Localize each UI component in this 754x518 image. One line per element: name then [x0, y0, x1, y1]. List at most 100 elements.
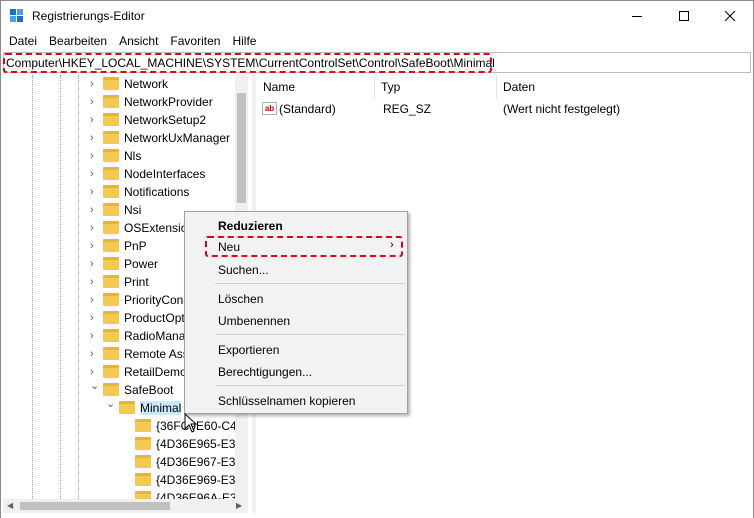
folder-icon [103, 221, 119, 234]
scroll-right-icon[interactable]: ▶ [236, 501, 242, 510]
tree-item[interactable]: {36FC9E60-C46 [3, 417, 243, 435]
menu-item-exportieren[interactable]: Exportieren [218, 343, 279, 357]
tree-item-label: PriorityCon [124, 293, 184, 307]
mouse-cursor-icon [184, 413, 198, 433]
menu-item-umbenennen[interactable]: Umbenennen [218, 314, 290, 328]
tree-horizontal-scrollbar[interactable]: ◀ ▶ [3, 499, 248, 513]
tree-vertical-scroll-thumb[interactable] [237, 93, 246, 203]
menu-bearbeiten[interactable]: Bearbeiten [43, 32, 113, 51]
chevron-right-icon[interactable]: › [90, 240, 100, 252]
registry-editor-window: Registrierungs-Editor Datei Bearbeiten A… [0, 0, 754, 518]
tree-item[interactable]: {4D36E969-E32 [3, 471, 243, 489]
tree-item-label: Nsi [124, 203, 142, 217]
tree-item[interactable]: › Notifications [3, 183, 243, 201]
maximize-icon [679, 11, 689, 21]
folder-icon [103, 311, 119, 324]
value-row[interactable]: ab (Standard) REG_SZ (Wert nicht festgel… [257, 100, 751, 118]
column-header-name[interactable]: Name [257, 75, 375, 99]
registry-editor-icon [10, 9, 24, 23]
folder-icon [103, 365, 119, 378]
menu-item-reduzieren[interactable]: Reduzieren [218, 219, 283, 233]
chevron-right-icon[interactable]: › [90, 294, 100, 306]
column-header-type[interactable]: Typ [375, 75, 497, 99]
folder-icon [135, 419, 151, 432]
chevron-right-icon[interactable]: › [90, 330, 100, 342]
folder-icon [103, 131, 119, 144]
folder-icon [135, 491, 151, 499]
tree-item[interactable]: › Nls [3, 147, 243, 165]
chevron-right-icon[interactable]: › [90, 204, 100, 216]
menu-bar: Datei Bearbeiten Ansicht Favoriten Hilfe [1, 31, 753, 52]
chevron-right-icon[interactable]: › [90, 366, 100, 378]
menu-hilfe[interactable]: Hilfe [226, 32, 262, 51]
tree-horizontal-scroll-thumb[interactable] [20, 502, 170, 510]
menu-separator [215, 334, 405, 335]
address-bar[interactable]: Computer\HKEY_LOCAL_MACHINE\SYSTEM\Curre… [3, 52, 751, 73]
folder-icon [103, 257, 119, 270]
menu-item-suchen[interactable]: Suchen... [218, 263, 269, 277]
tree-item-label: {4D36E965-E32 [156, 437, 243, 451]
chevron-right-icon[interactable]: › [90, 150, 100, 162]
tree-item-label: SafeBoot [124, 383, 174, 397]
chevron-right-icon[interactable]: › [90, 186, 100, 198]
chevron-right-icon[interactable]: › [90, 348, 100, 360]
folder-icon [119, 401, 135, 414]
maximize-button[interactable] [661, 1, 707, 31]
menu-item-berechtigungen[interactable]: Berechtigungen... [218, 365, 312, 379]
column-header-data[interactable]: Daten [497, 75, 751, 99]
chevron-right-icon[interactable]: › [90, 222, 100, 234]
tree-item[interactable]: {4D36E967-E32 [3, 453, 243, 471]
tree-item-label: Network [124, 77, 169, 91]
tree-item-label: {4D36E967-E32 [156, 455, 243, 469]
context-menu: Reduzieren Neu › Suchen... Löschen Umben… [184, 211, 408, 414]
chevron-right-icon[interactable]: › [90, 276, 100, 288]
submenu-arrow-icon: › [390, 239, 394, 251]
tree-item-label: RadioMana [124, 329, 186, 343]
value-type: REG_SZ [383, 102, 432, 116]
menu-item-neu[interactable]: Neu [218, 240, 240, 254]
scroll-left-icon[interactable]: ◀ [7, 501, 13, 510]
menu-ansicht[interactable]: Ansicht [113, 32, 164, 51]
tree-item-label: Power [124, 257, 159, 271]
folder-icon [103, 185, 119, 198]
chevron-right-icon[interactable]: › [90, 312, 100, 324]
tree-item-label: NetworkProvider [124, 95, 213, 109]
folder-icon [103, 275, 119, 288]
folder-icon [103, 347, 119, 360]
tree-item[interactable]: › NetworkUxManager [3, 129, 243, 147]
tree-item[interactable]: {4D36E96A-E3 [3, 489, 243, 499]
chevron-right-icon[interactable]: › [90, 168, 100, 180]
tree-item[interactable]: › NetworkSetup2 [3, 111, 243, 129]
tree-item[interactable]: › NetworkProvider [3, 93, 243, 111]
menu-favoriten[interactable]: Favoriten [164, 32, 226, 51]
tree-item-label: NetworkUxManager [124, 131, 231, 145]
tree-item-label: Remote Ass [124, 347, 189, 361]
chevron-right-icon[interactable]: › [90, 96, 100, 108]
value-data: (Wert nicht festgelegt) [503, 102, 621, 116]
chevron-right-icon[interactable]: › [90, 258, 100, 270]
chevron-right-icon[interactable]: › [90, 132, 100, 144]
folder-icon [103, 329, 119, 342]
tree-item-label: Print [124, 275, 149, 289]
tree-item-label: NetworkSetup2 [124, 113, 207, 127]
tree-item[interactable]: › Network [3, 75, 243, 93]
folder-icon [103, 383, 119, 396]
minimize-button[interactable] [614, 1, 660, 31]
chevron-down-icon[interactable]: ⌄ [106, 398, 116, 410]
window-title: Registrierungs-Editor [32, 9, 145, 23]
folder-icon [103, 113, 119, 126]
menu-item-schluesselnamen-kopieren[interactable]: Schlüsselnamen kopieren [218, 394, 355, 408]
chevron-right-icon[interactable]: › [90, 114, 100, 126]
chevron-right-icon[interactable]: › [90, 78, 100, 90]
tree-item[interactable]: › NodeInterfaces [3, 165, 243, 183]
tree-item-label: RetailDemo [124, 365, 187, 379]
tree-item-label: Notifications [124, 185, 190, 199]
menu-datei[interactable]: Datei [3, 32, 43, 51]
close-button[interactable] [707, 1, 753, 31]
menu-item-loeschen[interactable]: Löschen [218, 292, 263, 306]
tree-item-label: Minimal [140, 401, 182, 415]
tree-item-label: Nls [124, 149, 142, 163]
chevron-down-icon[interactable]: ⌄ [90, 380, 100, 392]
tree-item[interactable]: {4D36E965-E32 [3, 435, 243, 453]
value-name: (Standard) [279, 102, 336, 116]
